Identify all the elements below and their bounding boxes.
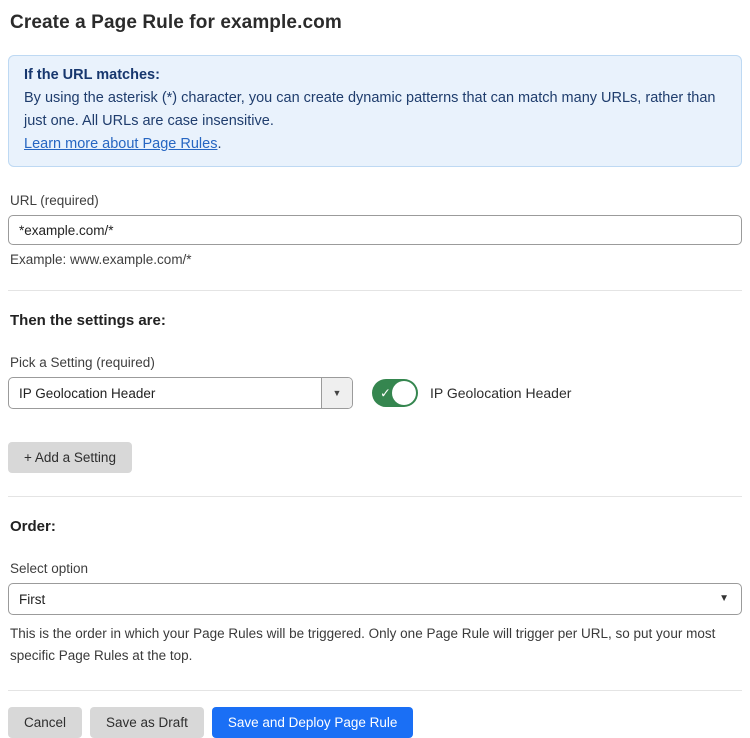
setting-row: IP Geolocation Header ▼ ✓ IP Geolocation… (8, 377, 742, 409)
caret-down-icon: ▼ (719, 594, 729, 604)
info-box-link-line: Learn more about Page Rules. (24, 133, 726, 156)
toggle-knob (392, 381, 416, 405)
url-label: URL (required) (10, 193, 740, 208)
footer-actions: Cancel Save as Draft Save and Deploy Pag… (8, 707, 742, 738)
url-input[interactable] (8, 215, 742, 245)
divider (8, 496, 742, 497)
add-setting-button[interactable]: + Add a Setting (8, 442, 132, 473)
url-example-text: Example: www.example.com/* (10, 252, 740, 267)
order-helper-text: This is the order in which your Page Rul… (10, 623, 740, 667)
create-page-rule-form: Create a Page Rule for example.com If th… (0, 12, 750, 738)
save-deploy-button[interactable]: Save and Deploy Page Rule (212, 707, 414, 738)
cancel-button[interactable]: Cancel (8, 707, 82, 738)
ip-geolocation-toggle[interactable]: ✓ (372, 379, 418, 407)
setting-dropdown[interactable]: IP Geolocation Header ▼ (8, 377, 353, 409)
save-draft-button[interactable]: Save as Draft (90, 707, 204, 738)
setting-dropdown-button[interactable]: ▼ (321, 378, 352, 408)
url-match-info-box: If the URL matches: By using the asteris… (8, 55, 742, 167)
link-period: . (217, 136, 221, 152)
setting-dropdown-value: IP Geolocation Header (9, 378, 321, 408)
divider (8, 290, 742, 291)
info-box-heading: If the URL matches: (24, 64, 726, 87)
learn-more-link[interactable]: Learn more about Page Rules (24, 136, 217, 152)
caret-down-icon: ▼ (333, 389, 342, 398)
toggle-label: IP Geolocation Header (430, 385, 571, 401)
order-section-heading: Order: (10, 518, 740, 535)
order-select[interactable]: First ▼ (8, 583, 742, 615)
select-option-label: Select option (10, 561, 740, 576)
divider (8, 690, 742, 691)
page-title: Create a Page Rule for example.com (10, 12, 740, 34)
info-box-body: By using the asterisk (*) character, you… (24, 87, 724, 133)
pick-setting-label: Pick a Setting (required) (10, 355, 740, 370)
settings-section-heading: Then the settings are: (10, 312, 740, 329)
order-select-value: First (19, 592, 45, 607)
check-icon: ✓ (380, 387, 391, 400)
